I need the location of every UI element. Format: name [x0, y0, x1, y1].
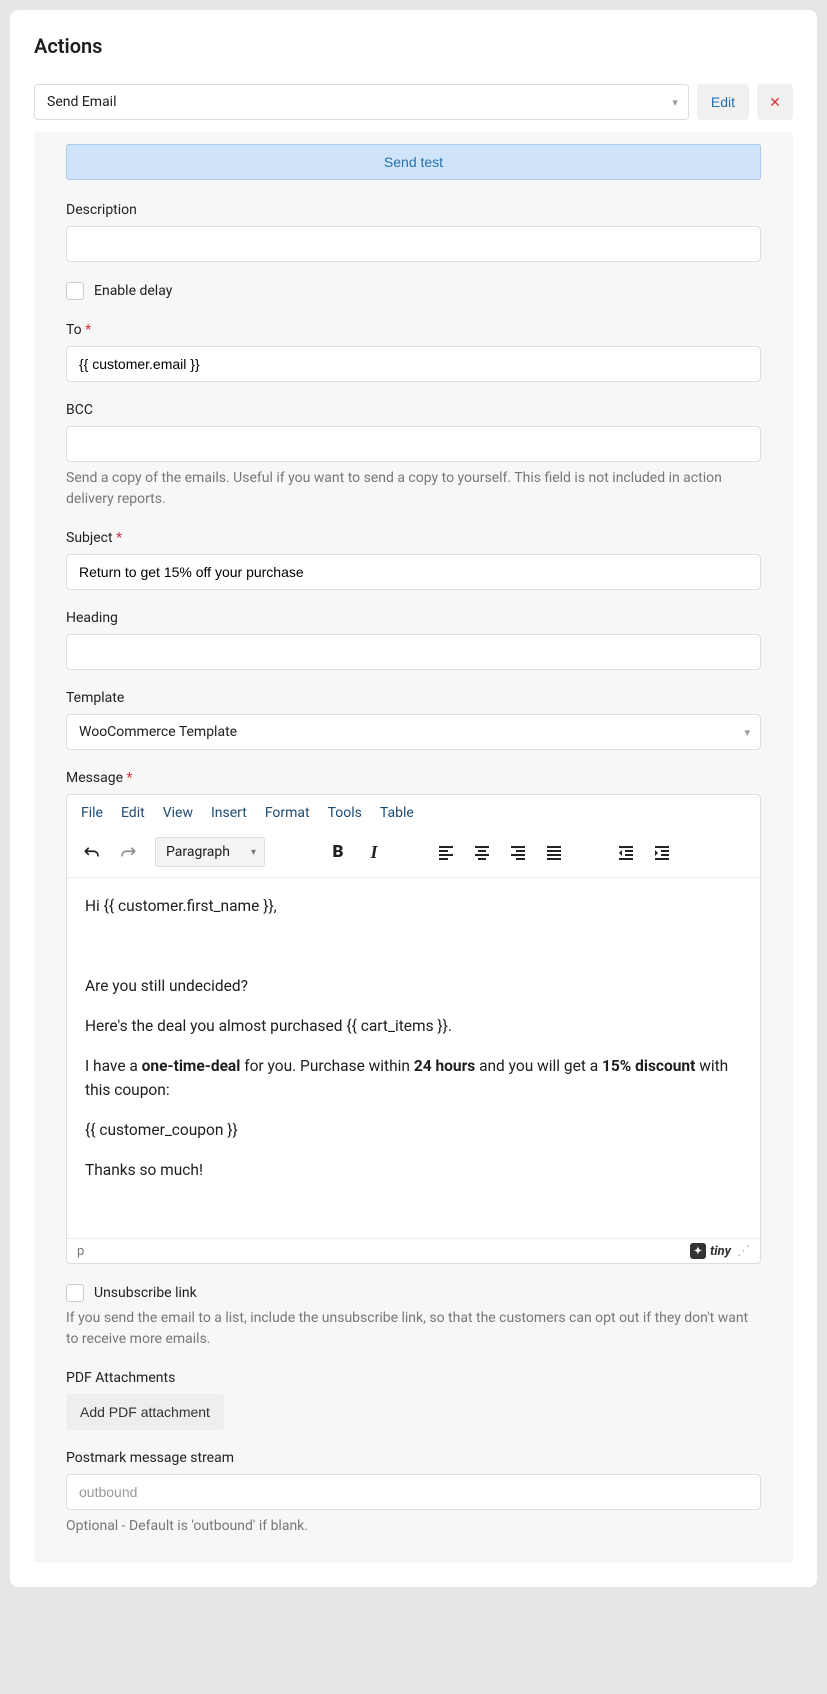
tiny-logo: ✦tiny [690, 1243, 731, 1259]
bcc-label: BCC [66, 402, 761, 418]
add-pdf-button[interactable]: Add PDF attachment [66, 1394, 224, 1430]
page-title: Actions [34, 34, 793, 58]
description-field: Description [66, 202, 761, 262]
bold-button[interactable]: B [323, 837, 353, 867]
align-left-icon [437, 843, 455, 861]
message-line: Here's the deal you almost purchased {{ … [85, 1014, 742, 1038]
rich-text-editor: File Edit View Insert Format Tools Table [66, 794, 761, 1264]
action-type-select[interactable]: Send Email ▾ [34, 84, 689, 120]
template-field: Template WooCommerce Template ▾ [66, 690, 761, 750]
postmark-label: Postmark message stream [66, 1450, 761, 1466]
close-icon: ✕ [769, 94, 781, 110]
align-justify-button[interactable] [539, 837, 569, 867]
subject-field: Subject * [66, 530, 761, 590]
postmark-field: Postmark message stream Optional - Defau… [66, 1450, 761, 1537]
italic-button[interactable]: I [359, 837, 389, 867]
align-justify-icon [545, 843, 563, 861]
block-format-select[interactable]: Paragraph ▾ [155, 837, 265, 867]
message-line: I have a one-time-deal for you. Purchase… [85, 1054, 742, 1102]
to-input[interactable] [66, 346, 761, 382]
resize-handle-icon[interactable]: ⋰ [737, 1244, 750, 1259]
menu-format[interactable]: Format [265, 805, 310, 821]
menu-view[interactable]: View [163, 805, 193, 821]
chevron-down-icon: ▾ [744, 726, 750, 739]
action-top-row: Send Email ▾ Edit ✕ [34, 84, 793, 120]
template-value: WooCommerce Template [79, 724, 237, 740]
undo-button[interactable] [77, 837, 107, 867]
editor-toolbar: Paragraph ▾ B I [67, 831, 760, 878]
redo-button[interactable] [113, 837, 143, 867]
indent-icon [653, 843, 671, 861]
editor-menubar: File Edit View Insert Format Tools Table [67, 795, 760, 831]
unsubscribe-checkbox[interactable] [66, 1284, 84, 1302]
redo-icon [119, 843, 137, 861]
enable-delay-checkbox[interactable] [66, 282, 84, 300]
message-line: Are you still undecided? [85, 974, 742, 998]
editor-content-area[interactable]: Hi {{ customer.first_name }}, Are you st… [67, 878, 760, 1238]
bold-icon: B [333, 842, 344, 862]
message-line: {{ customer_coupon }} [85, 1118, 742, 1142]
description-input[interactable] [66, 226, 761, 262]
postmark-help: Optional - Default is 'outbound' if blan… [66, 1516, 761, 1537]
menu-table[interactable]: Table [380, 805, 414, 821]
message-label: Message * [66, 770, 761, 786]
align-center-button[interactable] [467, 837, 497, 867]
send-test-button[interactable]: Send test [66, 144, 761, 180]
postmark-input[interactable] [66, 1474, 761, 1510]
message-line: Thanks so much! [85, 1158, 742, 1182]
unsubscribe-label: Unsubscribe link [94, 1285, 197, 1301]
menu-insert[interactable]: Insert [211, 805, 247, 821]
indent-button[interactable] [647, 837, 677, 867]
message-line: Hi {{ customer.first_name }}, [85, 894, 742, 918]
subject-label: Subject * [66, 530, 761, 546]
description-label: Description [66, 202, 761, 218]
actions-card: Actions Send Email ▾ Edit ✕ Send test De… [10, 10, 817, 1587]
outdent-button[interactable] [611, 837, 641, 867]
action-type-value: Send Email [47, 94, 117, 110]
template-label: Template [66, 690, 761, 706]
menu-edit[interactable]: Edit [121, 805, 145, 821]
edit-button[interactable]: Edit [697, 84, 749, 120]
chevron-down-icon: ▾ [672, 96, 678, 109]
menu-file[interactable]: File [81, 805, 103, 821]
unsubscribe-field: Unsubscribe link [66, 1284, 761, 1302]
bcc-input[interactable] [66, 426, 761, 462]
pdf-field: PDF Attachments Add PDF attachment [66, 1370, 761, 1430]
menu-tools[interactable]: Tools [328, 805, 362, 821]
bcc-field: BCC Send a copy of the emails. Useful if… [66, 402, 761, 510]
action-settings-panel: Send test Description Enable delay To * … [34, 132, 793, 1563]
align-left-button[interactable] [431, 837, 461, 867]
undo-icon [83, 843, 101, 861]
chevron-down-icon: ▾ [251, 847, 256, 858]
subject-input[interactable] [66, 554, 761, 590]
template-select[interactable]: WooCommerce Template ▾ [66, 714, 761, 750]
message-field: Message * File Edit View Insert Format T… [66, 770, 761, 1264]
align-right-button[interactable] [503, 837, 533, 867]
editor-statusbar: p ✦tiny ⋰ [67, 1238, 760, 1263]
align-center-icon [473, 843, 491, 861]
heading-field: Heading [66, 610, 761, 670]
heading-label: Heading [66, 610, 761, 626]
outdent-icon [617, 843, 635, 861]
enable-delay-field: Enable delay [66, 282, 761, 300]
delete-button[interactable]: ✕ [757, 84, 793, 120]
pdf-label: PDF Attachments [66, 1370, 761, 1386]
heading-input[interactable] [66, 634, 761, 670]
unsubscribe-help: If you send the email to a list, include… [66, 1308, 761, 1350]
align-right-icon [509, 843, 527, 861]
to-field: To * [66, 322, 761, 382]
bcc-help: Send a copy of the emails. Useful if you… [66, 468, 761, 510]
editor-element-path[interactable]: p [77, 1244, 84, 1259]
enable-delay-label: Enable delay [94, 283, 172, 299]
italic-icon: I [370, 842, 377, 863]
to-label: To * [66, 322, 761, 338]
